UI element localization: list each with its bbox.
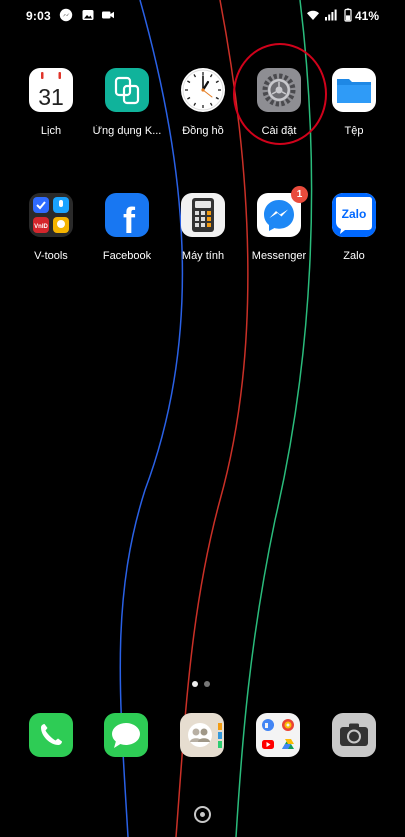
phone-icon: [29, 713, 73, 757]
app-messenger[interactable]: 1 Messenger: [239, 186, 319, 262]
app-facebook[interactable]: f Facebook: [87, 193, 167, 262]
video-icon: [102, 11, 114, 19]
battery-percent: 41%: [355, 9, 380, 23]
app-label-clock: Đồng hồ: [182, 125, 224, 137]
messenger-icon: 1: [257, 186, 308, 237]
dock-contacts[interactable]: [180, 713, 224, 757]
signal-icon: [325, 9, 337, 21]
wifi-icon: [307, 10, 319, 20]
contacts-icon: [180, 713, 224, 757]
highlight-circle: [233, 43, 327, 145]
calendar-icon: 31: [29, 68, 73, 112]
app-label-vtools: V-tools: [34, 250, 68, 262]
home-button[interactable]: [194, 806, 211, 823]
vtools-folder-icon: VnID: [29, 193, 73, 237]
app-k[interactable]: Ứng dụng K...: [87, 68, 167, 137]
calculator-icon: [181, 193, 225, 237]
zalo-icon: Zalo: [332, 193, 376, 237]
calendar-day: 31: [38, 84, 64, 110]
zalo-glyph: Zalo: [342, 207, 367, 221]
status-time: 9:03: [26, 9, 51, 23]
dock-phone[interactable]: [29, 713, 73, 757]
google-apps-folder-icon: [256, 713, 300, 757]
notification-badge: 1: [291, 186, 308, 203]
clock-icon: [181, 68, 225, 112]
app-label-app-k: Ứng dụng K...: [92, 125, 162, 137]
page-indicator[interactable]: [189, 680, 217, 688]
status-bar: 9:03 41%: [0, 0, 405, 32]
camera-icon: [332, 713, 376, 757]
app-k-icon: [105, 68, 149, 112]
app-calendar[interactable]: 31 Lịch: [11, 68, 91, 137]
battery-icon: [344, 8, 352, 22]
app-label-zalo: Zalo: [343, 250, 365, 262]
page-dot-inactive: [204, 681, 210, 687]
messenger-icon: [59, 8, 73, 22]
app-zalo[interactable]: Zalo Zalo: [314, 193, 394, 262]
dock-google-folder[interactable]: [256, 713, 300, 757]
facebook-glyph: f: [123, 200, 136, 237]
dock-messages[interactable]: [104, 713, 148, 757]
app-label-facebook: Facebook: [102, 250, 152, 262]
folder-text: VnID: [34, 224, 48, 230]
app-folder-vtools[interactable]: VnID V-tools: [11, 193, 91, 262]
page-dot-active: [192, 681, 198, 687]
app-label-calendar: Lịch: [40, 125, 62, 137]
app-label-messenger: Messenger: [251, 250, 307, 262]
dock-camera[interactable]: [332, 713, 376, 757]
app-label-files: Tệp: [344, 125, 364, 137]
facebook-icon: f: [105, 193, 149, 241]
app-label-calculator: Máy tính: [181, 250, 225, 262]
app-clock[interactable]: Đồng hồ: [163, 68, 243, 137]
files-folder-icon: [332, 68, 376, 112]
messages-icon: [104, 713, 148, 757]
gallery-icon: [82, 10, 94, 20]
app-calculator[interactable]: Máy tính: [163, 193, 243, 262]
